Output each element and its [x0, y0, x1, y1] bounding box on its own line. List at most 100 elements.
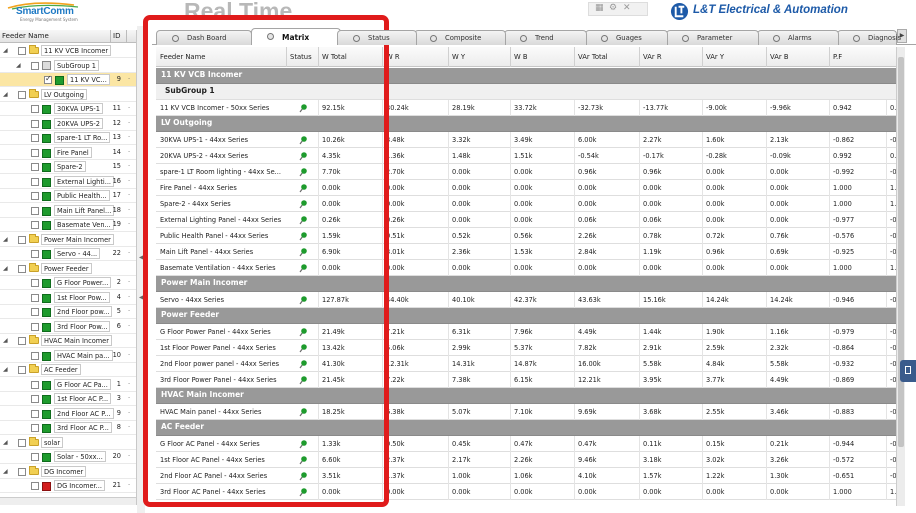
tree-item-label[interactable]: DG Incomer: [41, 465, 87, 477]
tree-item-label[interactable]: Spare-2: [54, 161, 86, 172]
tree-row[interactable]: Solar - 50xx... 20 ·: [0, 450, 136, 464]
column-header[interactable]: VAr Y: [706, 53, 724, 61]
tree-checkbox[interactable]: [18, 467, 26, 476]
tree-expand-icon[interactable]: ◢: [3, 265, 9, 272]
tree-row[interactable]: ◢ HVAC Main Incomer: [0, 334, 136, 348]
grid-vertical-scrollbar[interactable]: [896, 47, 905, 506]
tree-item-label[interactable]: G Floor Power...: [54, 277, 112, 288]
tab-matrix[interactable]: Matrix: [251, 28, 341, 45]
close-icon[interactable]: ✕: [623, 3, 631, 13]
tree-expand-icon[interactable]: ◢: [16, 62, 22, 69]
tab-alarms[interactable]: Alarms: [757, 30, 839, 45]
tree-row[interactable]: Spare-2 15 ·: [0, 160, 136, 174]
collapse-arrow-icon[interactable]: ◀: [139, 254, 144, 261]
tree-checkbox[interactable]: [31, 453, 39, 461]
panel-splitter[interactable]: ◀ ◀: [137, 26, 145, 513]
tree-item-label[interactable]: G Floor AC Pa...: [54, 378, 111, 390]
tree-item-label[interactable]: 1st Floor Pow...: [54, 291, 110, 303]
tree-row[interactable]: 2nd Floor AC P... 9 ·: [0, 407, 136, 421]
tree-checkbox[interactable]: [31, 250, 39, 258]
tree-checkbox[interactable]: [31, 279, 39, 287]
tree-checkbox[interactable]: [31, 177, 39, 186]
tree-expand-icon[interactable]: ◢: [3, 367, 9, 373]
tree-row[interactable]: Main Lift Panel... 18 ·: [0, 204, 136, 218]
tree-item-label[interactable]: Basemate Ven...: [54, 219, 114, 230]
column-divider[interactable]: [766, 47, 767, 67]
tree-checkbox[interactable]: [31, 163, 39, 171]
tree-checkbox[interactable]: [31, 192, 39, 200]
tree-checkbox[interactable]: [31, 61, 39, 70]
tree-checkbox[interactable]: [31, 134, 39, 142]
column-divider[interactable]: [110, 30, 111, 43]
tree-row[interactable]: ◢ Power Main Incomer: [0, 233, 136, 247]
column-divider[interactable]: [574, 47, 575, 67]
table-row[interactable]: Spare-2 - 44xx Series 0.00k 0.00k 0.00k 0.00…: [156, 196, 901, 212]
tree-checkbox[interactable]: [18, 438, 26, 447]
tab-parameter[interactable]: Parameter: [666, 30, 759, 45]
tree-row[interactable]: ◢ DG Incomer: [0, 465, 136, 479]
tree-item-label[interactable]: 2nd Floor AC P...: [54, 407, 114, 419]
tree-checkbox[interactable]: [31, 395, 39, 403]
tab-status[interactable]: Status: [337, 30, 417, 45]
tree-checkbox[interactable]: [18, 366, 26, 374]
tree-checkbox[interactable]: [31, 119, 39, 128]
group-header-row[interactable]: Power Main Incomer: [156, 276, 896, 292]
tree-item-label[interactable]: Public Health...: [54, 190, 110, 201]
grid-icon[interactable]: ▦: [595, 3, 604, 13]
tree-checkbox[interactable]: [18, 235, 26, 244]
tree-row[interactable]: G Floor AC Pa... 1 ·: [0, 378, 136, 392]
tree-checkbox[interactable]: [31, 206, 39, 215]
tree-checkbox[interactable]: [31, 322, 39, 331]
tree-item-label[interactable]: solar: [41, 436, 64, 448]
table-row[interactable]: 20KVA UPS-2 - 44xx Series 4.35k 1.36k 1.48k…: [156, 148, 901, 164]
group-header-row[interactable]: Power Feeder: [156, 308, 896, 324]
tree-item-label[interactable]: HVAC Main pa...: [54, 349, 113, 361]
tree-row[interactable]: Basemate Ven... 19 ·: [0, 218, 136, 232]
tree-col-feeder[interactable]: Feeder Name: [2, 32, 49, 40]
table-row[interactable]: G Floor AC Panel - 44xx Series 1.33k 0.50k…: [156, 436, 899, 452]
column-divider[interactable]: [639, 47, 640, 67]
tree-checkbox[interactable]: [18, 337, 26, 345]
table-row[interactable]: Main Lift Panel - 44xx Series 6.90k 3.01k 2…: [156, 244, 899, 260]
column-header[interactable]: P.F: [833, 53, 842, 61]
table-row[interactable]: 2nd Floor power panel - 44xx Series 41.30…: [156, 356, 899, 372]
tree-item-label[interactable]: Fire Panel: [54, 146, 92, 158]
tree-row[interactable]: ◢ 11 KV VCB Incomer: [0, 44, 136, 58]
table-row[interactable]: Fire Panel - 44xx Series 0.00k 0.00k 0.00k 0…: [156, 180, 901, 196]
scrollbar-thumb[interactable]: [898, 57, 904, 447]
tree-checkbox[interactable]: [18, 47, 26, 55]
tree-item-label[interactable]: DG Incomer...: [54, 480, 105, 491]
tree-item-label[interactable]: 20KVA UPS-2: [54, 117, 103, 129]
group-header-row[interactable]: 11 KV VCB Incomer: [156, 68, 896, 84]
tree-checkbox[interactable]: [31, 308, 39, 316]
column-header[interactable]: W B: [514, 53, 528, 61]
tree-row[interactable]: spare-1 LT Ro... 13 ·: [0, 131, 136, 145]
table-row[interactable]: External Lighting Panel - 44xx Series 0.2…: [156, 212, 899, 228]
column-header[interactable]: Status: [290, 53, 312, 61]
tree-row[interactable]: HVAC Main pa... 10 ·: [0, 349, 136, 363]
column-divider[interactable]: [448, 47, 449, 67]
table-row[interactable]: spare-1 LT Room lighting - 44xx Se... 7.7…: [156, 164, 899, 180]
table-row[interactable]: G Floor Power Panel - 44xx Series 21.49k 7…: [156, 324, 899, 340]
column-header[interactable]: VAr B: [770, 53, 788, 61]
tree-item-label[interactable]: Servo - 44...: [54, 248, 101, 259]
tree-checkbox[interactable]: [44, 74, 52, 84]
tree-row[interactable]: 1st Floor Pow... 4 ·: [0, 291, 136, 305]
tree-item-label[interactable]: Power Main Incomer: [41, 233, 114, 245]
tree-checkbox[interactable]: [18, 90, 26, 99]
column-divider[interactable]: [126, 30, 127, 43]
column-header[interactable]: W Total: [322, 53, 347, 61]
tree-item-label[interactable]: AC Feeder: [41, 364, 81, 375]
table-row[interactable]: Basemate Ventilation - 44xx Series 0.00k 0…: [156, 260, 901, 276]
column-header[interactable]: W R: [386, 53, 400, 61]
tree-checkbox[interactable]: [31, 293, 39, 302]
tree-item-label[interactable]: 11 KV VCB Incomer: [41, 45, 112, 56]
side-panel-toggle[interactable]: [900, 360, 916, 382]
tree-item-label[interactable]: 30KVA UPS-1: [54, 103, 103, 114]
tree-row[interactable]: G Floor Power... 2 ·: [0, 276, 136, 290]
tree-item-label[interactable]: SubGroup 1: [54, 59, 99, 71]
tree-row[interactable]: ◢ solar: [0, 436, 136, 450]
tree-checkbox[interactable]: [18, 264, 26, 273]
table-row[interactable]: Servo - 44xx Series 127.87k 44.40k 40.10k 42…: [156, 292, 899, 308]
column-header[interactable]: W Y: [452, 53, 465, 61]
